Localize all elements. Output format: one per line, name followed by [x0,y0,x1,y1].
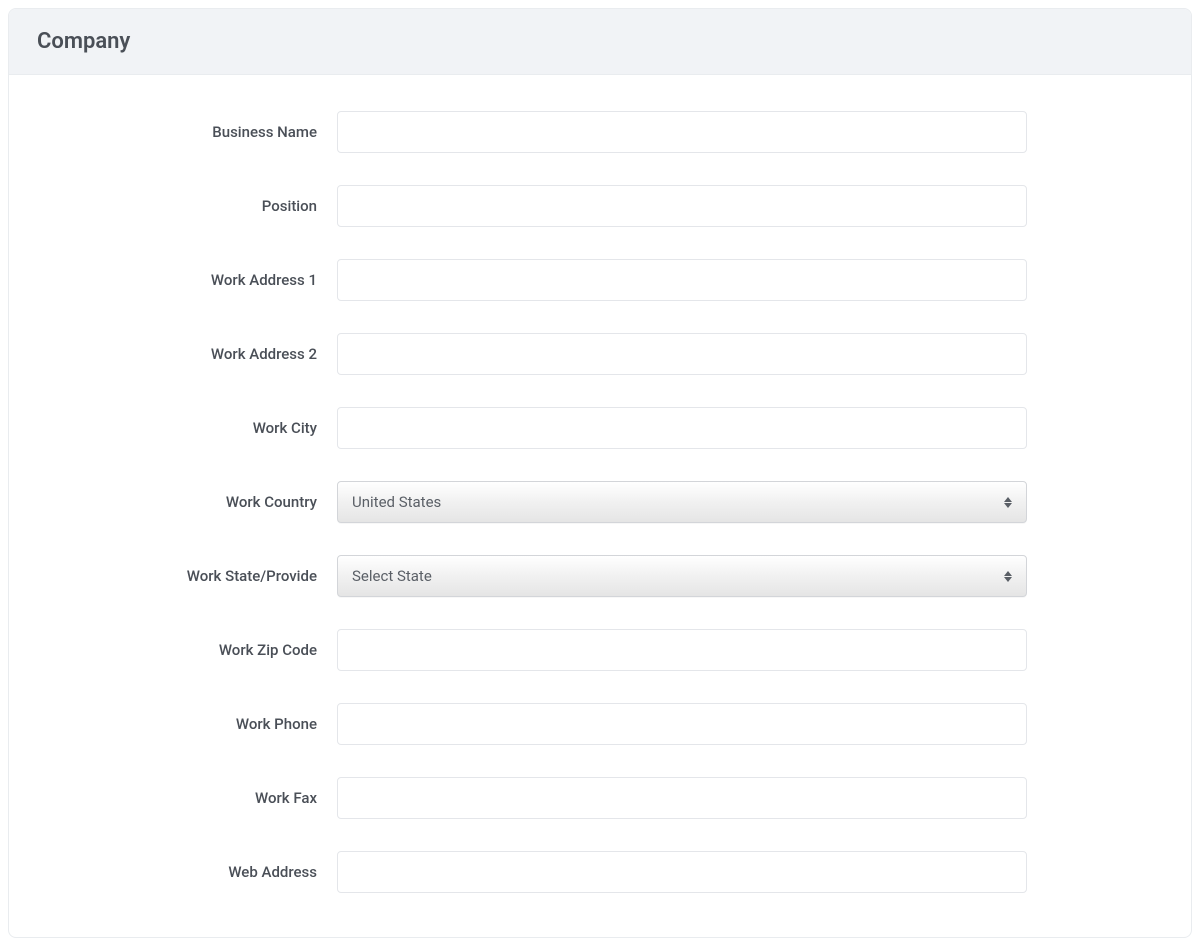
select-updown-icon [1004,571,1012,582]
company-card: Company Business Name Position Work Addr… [8,8,1192,938]
card-title: Company [37,29,1163,54]
row-work-city: Work City [37,391,1163,465]
label-position: Position [37,197,337,215]
control-business-name [337,111,1027,153]
work-city-input[interactable] [337,407,1027,449]
row-business-name: Business Name [37,95,1163,169]
row-work-country: Work Country United States [37,465,1163,539]
work-state-select[interactable]: Select State [337,555,1027,597]
row-web-address: Web Address [37,835,1163,909]
control-position [337,185,1027,227]
work-state-selected: Select State [352,567,1004,585]
control-work-state: Select State [337,555,1027,597]
work-country-select[interactable]: United States [337,481,1027,523]
work-fax-input[interactable] [337,777,1027,819]
label-work-country: Work Country [37,493,337,511]
label-work-address-1: Work Address 1 [37,271,337,289]
control-work-zip [337,629,1027,671]
label-work-fax: Work Fax [37,789,337,807]
work-address-2-input[interactable] [337,333,1027,375]
row-work-fax: Work Fax [37,761,1163,835]
row-work-zip: Work Zip Code [37,613,1163,687]
web-address-input[interactable] [337,851,1027,893]
business-name-input[interactable] [337,111,1027,153]
label-business-name: Business Name [37,123,337,141]
work-country-selected: United States [352,493,1004,511]
label-web-address: Web Address [37,863,337,881]
row-work-address-1: Work Address 1 [37,243,1163,317]
card-header: Company [9,9,1191,75]
work-phone-input[interactable] [337,703,1027,745]
label-work-address-2: Work Address 2 [37,345,337,363]
work-zip-input[interactable] [337,629,1027,671]
control-web-address [337,851,1027,893]
row-work-phone: Work Phone [37,687,1163,761]
label-work-phone: Work Phone [37,715,337,733]
control-work-phone [337,703,1027,745]
control-work-address-2 [337,333,1027,375]
label-work-zip: Work Zip Code [37,641,337,659]
control-work-fax [337,777,1027,819]
work-address-1-input[interactable] [337,259,1027,301]
control-work-address-1 [337,259,1027,301]
card-body: Business Name Position Work Address 1 Wo… [9,75,1191,937]
control-work-country: United States [337,481,1027,523]
select-updown-icon [1004,497,1012,508]
label-work-state: Work State/Provide [37,567,337,585]
row-work-address-2: Work Address 2 [37,317,1163,391]
label-work-city: Work City [37,419,337,437]
position-input[interactable] [337,185,1027,227]
row-work-state: Work State/Provide Select State [37,539,1163,613]
control-work-city [337,407,1027,449]
row-position: Position [37,169,1163,243]
